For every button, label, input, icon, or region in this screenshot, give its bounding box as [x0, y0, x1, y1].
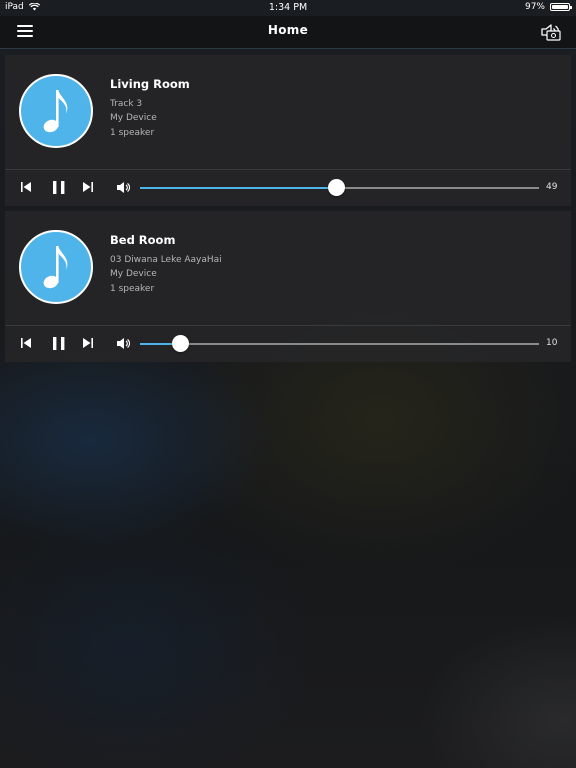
- status-time: 1:34 PM: [268, 2, 308, 13]
- room-card: Living Room Track 3 My Device 1 speaker …: [5, 55, 571, 206]
- pause-icon[interactable]: [51, 336, 67, 351]
- track-title: Track 3: [110, 99, 143, 109]
- room-card-info[interactable]: Bed Room 03 Diwana Leke AayaHai My Devic…: [5, 211, 571, 326]
- status-right: 97%: [524, 2, 572, 12]
- speaker-count: 1 speaker: [110, 128, 155, 138]
- battery-fill: [552, 5, 568, 9]
- music-note-icon: [19, 74, 93, 148]
- speaker-group-icon[interactable]: [540, 22, 562, 42]
- battery-icon: [550, 3, 572, 11]
- volume-icon: [117, 338, 130, 349]
- nav-bar: Home: [0, 16, 576, 49]
- track-title: 03 Diwana Leke AayaHai: [110, 255, 222, 265]
- volume-slider-thumb[interactable]: [327, 179, 345, 196]
- battery-percent: 97%: [524, 2, 545, 12]
- page-title: Home: [267, 23, 309, 37]
- room-card-info[interactable]: Living Room Track 3 My Device 1 speaker: [5, 55, 571, 170]
- music-note-icon: [19, 230, 93, 304]
- next-track-icon[interactable]: [82, 337, 94, 349]
- device-label: My Device: [110, 269, 157, 279]
- speaker-count: 1 speaker: [110, 284, 155, 294]
- room-name: Bed Room: [110, 233, 176, 247]
- status-bar: iPad 1:34 PM 97%: [0, 0, 576, 16]
- playback-controls: 49: [5, 170, 571, 206]
- volume-slider[interactable]: [140, 179, 539, 196]
- previous-track-icon[interactable]: [20, 181, 32, 193]
- volume-value: 49: [546, 182, 558, 192]
- volume-icon: [117, 182, 130, 193]
- next-track-icon[interactable]: [82, 181, 94, 193]
- pause-icon[interactable]: [51, 180, 67, 195]
- room-card: Bed Room 03 Diwana Leke AayaHai My Devic…: [5, 211, 571, 362]
- volume-slider[interactable]: [140, 335, 539, 352]
- device-label: My Device: [110, 113, 157, 123]
- previous-track-icon[interactable]: [20, 337, 32, 349]
- volume-slider-fill: [140, 187, 336, 189]
- volume-value: 10: [546, 338, 558, 348]
- room-name: Living Room: [110, 77, 190, 91]
- playback-controls: 10: [5, 326, 571, 362]
- volume-slider-thumb[interactable]: [171, 335, 189, 352]
